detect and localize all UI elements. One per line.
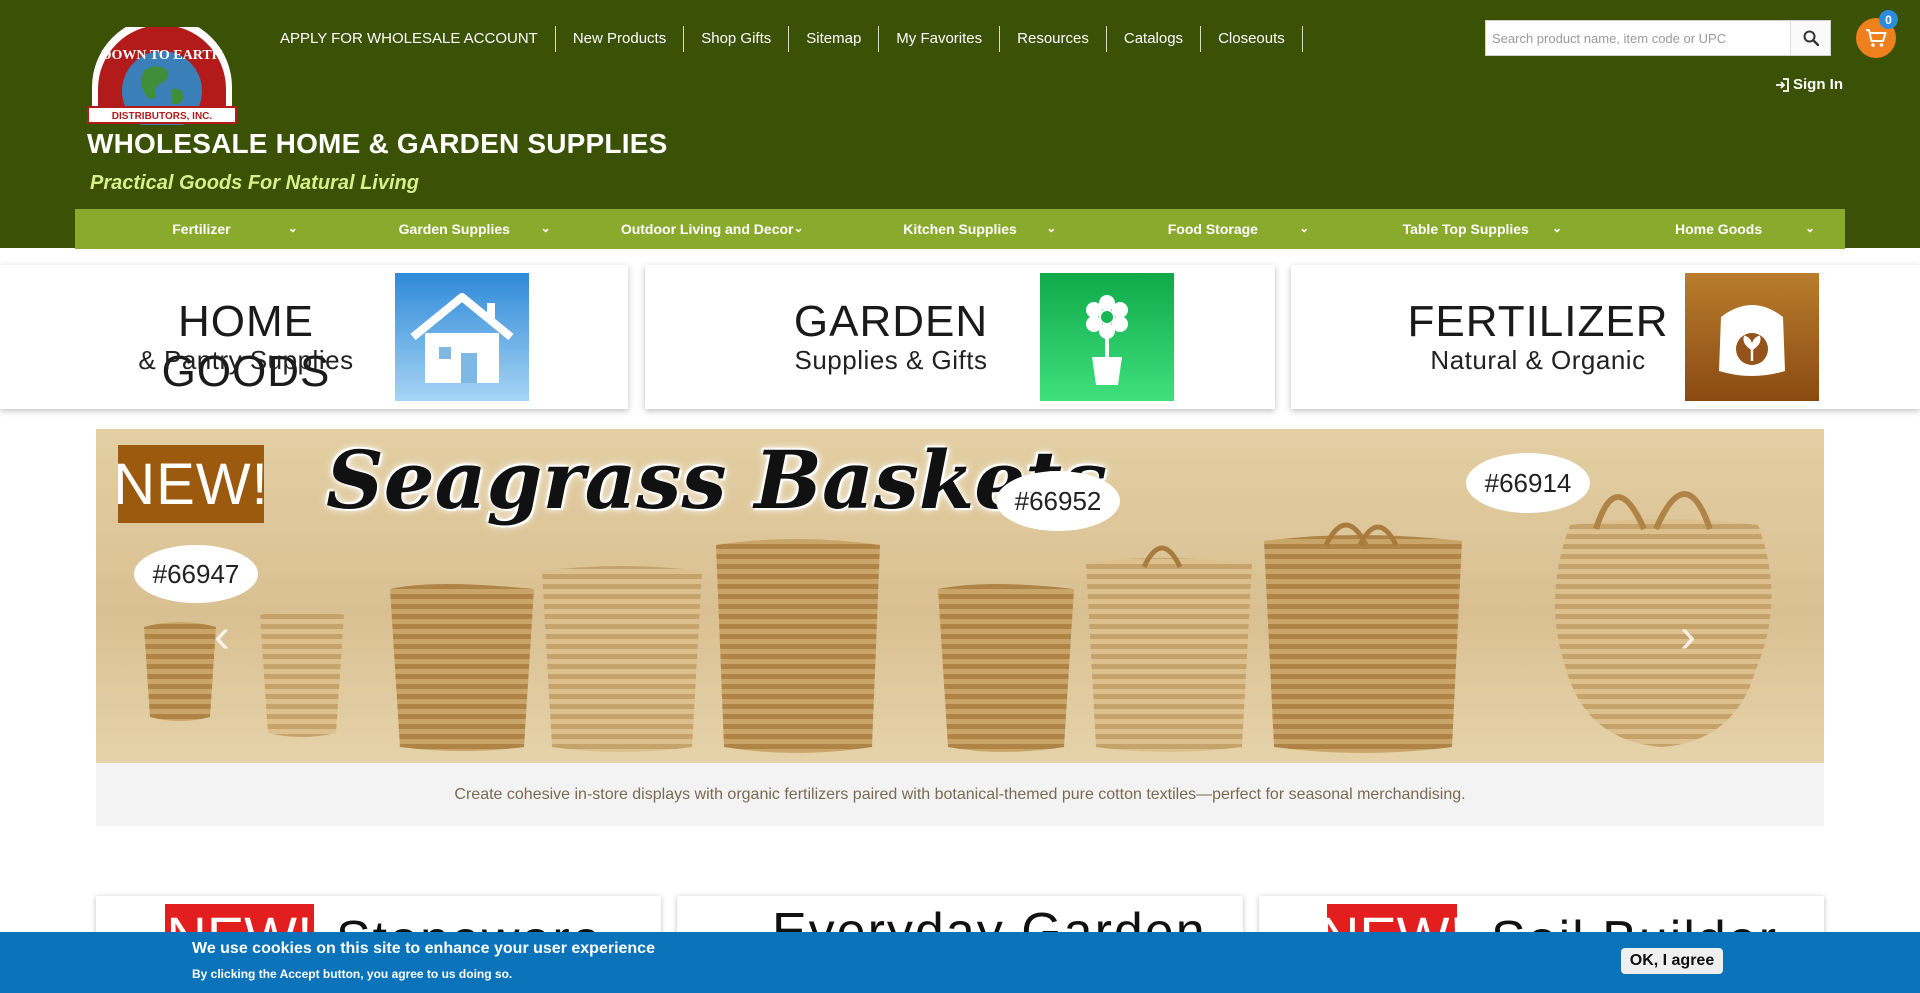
nav-shop-gifts[interactable]: Shop Gifts <box>684 26 790 52</box>
sign-in-icon <box>1776 77 1789 92</box>
house-icon <box>395 273 529 401</box>
search-button[interactable] <box>1790 21 1830 55</box>
sign-in-link[interactable]: Sign In <box>1775 76 1843 93</box>
banner-caption: Create cohesive in-store displays with o… <box>96 763 1824 826</box>
category-label: Home Goods <box>1675 221 1763 237</box>
nav-new-products[interactable]: New Products <box>556 26 685 52</box>
category-label: Kitchen Supplies <box>903 221 1017 237</box>
category-home-goods[interactable]: Home Goods ⌄ <box>1592 209 1845 249</box>
flower-pot-icon <box>1040 273 1174 401</box>
fertilizer-bag-icon <box>1685 273 1819 401</box>
chevron-down-icon: ⌄ <box>287 221 298 235</box>
cookie-subtitle: By clicking the Accept button, you agree… <box>192 967 513 981</box>
logo-subtext: DISTRIBUTORS, INC. <box>112 111 213 122</box>
tile-subtitle: Natural & Organic <box>1430 345 1646 375</box>
nav-apply-wholesale[interactable]: APPLY FOR WHOLESALE ACCOUNT <box>262 26 556 52</box>
search-icon <box>1803 30 1819 46</box>
category-fertilizer[interactable]: Fertilizer ⌄ <box>75 209 328 249</box>
tile-garden[interactable]: GARDEN Supplies & Gifts <box>645 265 1275 409</box>
category-label: Outdoor Living and Decor <box>620 221 794 237</box>
hero-carousel[interactable]: NEW! Seagrass Baskets #66947 #66952 #669 <box>96 429 1824 763</box>
nav-catalogs[interactable]: Catalogs <box>1107 26 1202 52</box>
tile-home-goods[interactable]: HOME GOODS & Pantry Supplies <box>0 265 628 409</box>
category-garden-supplies[interactable]: Garden Supplies ⌄ <box>328 209 581 249</box>
category-label: Table Top Supplies <box>1402 221 1529 237</box>
site-header: DISTRIBUTORS, INC. DOWN TO EARTH WHOLESA… <box>0 0 1920 249</box>
product-code-label: #66914 <box>1466 453 1590 513</box>
chevron-down-icon: ⌄ <box>1046 221 1057 235</box>
category-label: Garden Supplies <box>398 221 510 237</box>
nav-my-favorites[interactable]: My Favorites <box>879 26 1001 52</box>
category-navigation: Fertilizer ⌄ Garden Supplies ⌄ Outdoor Liv… <box>75 209 1845 249</box>
carousel-prev-button[interactable]: ‹ <box>214 609 230 664</box>
product-code-label: #66947 <box>134 545 258 603</box>
chevron-down-icon: ⌄ <box>793 221 804 235</box>
logo-text: DOWN TO EARTH <box>101 48 222 63</box>
category-outdoor-living[interactable]: Outdoor Living and Decor ⌄ <box>581 209 834 249</box>
chevron-down-icon: ⌄ <box>1552 221 1563 235</box>
tile-subtitle: & Pantry Supplies <box>138 345 354 375</box>
chevron-down-icon: ⌄ <box>1804 221 1816 235</box>
cart-count-badge: 0 <box>1879 10 1898 29</box>
category-label: Fertilizer <box>172 221 231 237</box>
site-tagline: Practical Goods For Natural Living <box>90 172 419 194</box>
top-navigation: APPLY FOR WHOLESALE ACCOUNT New Products… <box>262 26 1303 52</box>
chevron-down-icon: ⌄ <box>540 221 551 235</box>
tile-subtitle: Supplies & Gifts <box>794 345 988 375</box>
category-table-top-supplies[interactable]: Table Top Supplies ⌄ <box>1339 209 1592 249</box>
site-title: WHOLESALE HOME & GARDEN SUPPLIES <box>87 128 668 159</box>
category-kitchen-supplies[interactable]: Kitchen Supplies ⌄ <box>834 209 1087 249</box>
cart-icon <box>1866 29 1887 47</box>
cookie-consent-bar: We use cookies on this site to enhance y… <box>0 932 1920 993</box>
search-input[interactable] <box>1486 21 1790 55</box>
tile-title: FERTILIZER <box>1407 297 1669 346</box>
search-bar <box>1485 20 1831 56</box>
tile-title: GARDEN <box>793 297 989 346</box>
category-food-storage[interactable]: Food Storage ⌄ <box>1086 209 1339 249</box>
nav-closeouts[interactable]: Closeouts <box>1201 26 1303 52</box>
nav-resources[interactable]: Resources <box>1000 26 1107 52</box>
cookie-accept-button[interactable]: OK, I agree <box>1621 948 1723 974</box>
product-code-label: #66952 <box>996 471 1120 531</box>
cookie-title: We use cookies on this site to enhance y… <box>192 940 655 957</box>
tile-fertilizer[interactable]: FERTILIZER Natural & Organic <box>1291 265 1920 409</box>
nav-sitemap[interactable]: Sitemap <box>789 26 880 52</box>
category-label: Food Storage <box>1167 221 1258 237</box>
sign-in-label: Sign In <box>1793 76 1843 93</box>
chevron-down-icon: ⌄ <box>1299 221 1310 235</box>
carousel-next-button[interactable]: › <box>1680 609 1696 664</box>
company-logo[interactable]: DISTRIBUTORS, INC. DOWN TO EARTH <box>86 17 238 131</box>
